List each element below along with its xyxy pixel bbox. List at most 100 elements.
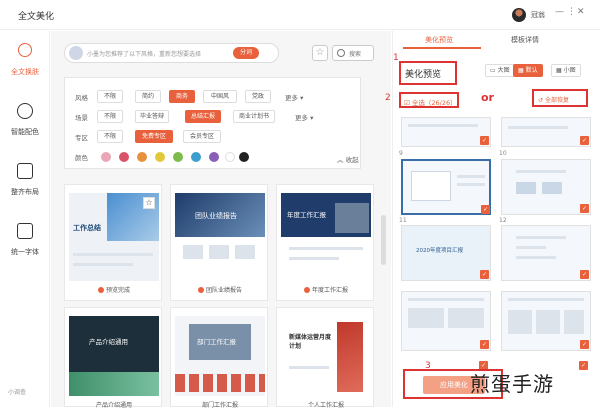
check-icon[interactable]: ✓ — [480, 340, 489, 349]
search-area: 小墨为您推荐了以下风格，重新您想要选择 分词 ☆ 搜索 — [64, 40, 379, 70]
slide-number: 11 — [399, 217, 407, 224]
generate-button[interactable]: 分词 — [233, 47, 259, 59]
color-swatch[interactable] — [225, 152, 235, 162]
favorite-icon[interactable]: ☆ — [143, 197, 155, 209]
thumb-title: 产品介绍通用 — [89, 338, 128, 346]
chip-style-business[interactable]: 商务 — [169, 90, 195, 103]
chip-scene-report[interactable]: 总结汇报 — [185, 110, 221, 123]
preview-panel: 美化预览 模板详情 1 美化预览 ▭ 大图 ▦ 默认 ▦ 小图 2 ☑ 全选（2… — [385, 31, 600, 407]
active-tab-indicator — [403, 47, 481, 49]
select-all-checkbox[interactable]: ☑ 全选（26/26） — [399, 92, 459, 108]
template-icon — [197, 287, 204, 293]
template-caption: 年度工作汇报 — [277, 285, 375, 294]
minimize-icon[interactable]: — — [555, 7, 564, 17]
template-icon — [303, 287, 310, 293]
template-thumbnail: 新媒体运营月度计划 — [281, 316, 371, 396]
search-button[interactable]: 搜索 — [332, 45, 374, 61]
sidebar-item-label: 全文换肤 — [11, 68, 39, 76]
preview-title: 美化预览 — [399, 61, 457, 85]
template-caption: 个人工作汇报 — [307, 402, 344, 409]
slide-thumbnail[interactable]: 2020年度项目汇报 ✓ — [401, 225, 491, 281]
more-dropdown[interactable]: 更多 ▾ — [295, 112, 313, 122]
check-icon[interactable]: ✓ — [481, 205, 490, 214]
chip-style-any[interactable]: 不限 — [97, 90, 123, 103]
more-dropdown[interactable]: 更多 ▾ — [285, 92, 303, 102]
template-thumbnail: 团队业绩报告 — [175, 193, 265, 281]
sidebar-item-layout[interactable]: 整齐布局 — [0, 157, 50, 217]
view-default-button[interactable]: ▦ 默认 — [513, 64, 543, 77]
tab-preview[interactable]: 美化预览 — [425, 35, 453, 45]
template-card[interactable]: 团队业绩报告 团队业绩报告 — [170, 184, 268, 301]
restore-all-button[interactable]: ↺ 全部恢复 — [532, 89, 588, 107]
template-card[interactable]: 部门工作汇报 部门工作汇报 — [170, 307, 268, 409]
slide-thumbnail[interactable]: ✓ — [401, 117, 491, 147]
color-swatch[interactable] — [119, 152, 129, 162]
chip-scene-any[interactable]: 不限 — [97, 110, 123, 123]
sidebar-item-label: 整齐布局 — [11, 188, 39, 196]
slide-title: 2020年度项目汇报 — [416, 248, 463, 254]
color-swatch[interactable] — [155, 152, 165, 162]
thumb-title: 团队业绩报告 — [195, 212, 237, 220]
layout-icon — [17, 163, 33, 179]
template-card[interactable]: 新媒体运营月度计划 个人工作汇报 — [276, 307, 374, 409]
view-large-button[interactable]: ▭ 大图 — [485, 64, 515, 77]
avatar[interactable] — [512, 8, 526, 22]
favorite-icon[interactable]: ☆ — [312, 45, 328, 61]
sidebar-item-font[interactable]: 统一字体 — [0, 217, 50, 277]
template-card[interactable]: 产品介绍通用 产品介绍通用 — [64, 307, 162, 409]
chip-zone-any[interactable]: 不限 — [97, 130, 123, 143]
sidebar-item-label: 智能配色 — [11, 128, 39, 136]
collapse-button[interactable]: ︽ 收起 — [337, 154, 359, 164]
view-small-button[interactable]: ▦ 小图 — [551, 64, 581, 77]
chip-zone-vip[interactable]: 会员专区 — [183, 130, 221, 143]
sidebar-item-palette[interactable]: 智能配色 — [0, 97, 50, 157]
check-icon[interactable]: ✓ — [579, 361, 588, 370]
color-swatch[interactable] — [173, 152, 183, 162]
template-card[interactable]: 年度工作汇报 年度工作汇报 — [276, 184, 374, 301]
slide-thumbnail[interactable]: ✓ — [501, 117, 591, 147]
slide-thumbnail[interactable]: ✓ — [501, 291, 591, 351]
check-icon[interactable]: ✓ — [580, 270, 589, 279]
sidebar-item-skin[interactable]: 全文换肤 — [0, 37, 50, 97]
slide-thumbnail[interactable]: ✓ — [501, 159, 591, 215]
search-label: 搜索 — [349, 51, 362, 58]
scrollbar[interactable] — [381, 215, 386, 265]
annotation-1: 1 — [393, 53, 399, 63]
thumb-title: 工作总结 — [73, 224, 101, 232]
sidebar: 全文换肤 智能配色 整齐布局 统一字体 小调查 — [0, 31, 50, 407]
close-icon[interactable]: ✕ — [577, 7, 585, 17]
color-swatch[interactable] — [101, 152, 111, 162]
survey-link[interactable]: 小调查 — [8, 387, 26, 396]
color-swatch[interactable] — [191, 152, 201, 162]
template-thumbnail: 年度工作汇报 — [281, 193, 371, 281]
chip-style-party[interactable]: 党政 — [245, 90, 271, 103]
slide-number: 9 — [399, 150, 403, 157]
color-swatch[interactable] — [137, 152, 147, 162]
skin-icon — [18, 43, 32, 57]
template-caption: 产品介绍通用 — [95, 402, 132, 409]
template-card[interactable]: 工作总结 ☆ 预览完成 — [64, 184, 162, 301]
check-icon[interactable]: ✓ — [580, 204, 589, 213]
tab-template-detail[interactable]: 模板详情 — [511, 35, 539, 45]
color-swatch[interactable] — [239, 152, 249, 162]
slide-thumbnail[interactable]: ✓ — [401, 291, 491, 351]
more-icon[interactable]: ⋮ — [567, 7, 576, 17]
check-icon[interactable]: ✓ — [580, 340, 589, 349]
slide-thumbnail[interactable]: ✓ — [501, 225, 591, 281]
watermark: 煎蛋手游 — [470, 372, 554, 396]
or-text: or — [481, 91, 494, 104]
chip-zone-free[interactable]: 免费专区 — [135, 130, 173, 143]
tip-box: 小墨为您推荐了以下风格，重新您想要选择 分词 — [64, 43, 279, 63]
check-icon[interactable]: ✓ — [480, 270, 489, 279]
chip-scene-defense[interactable]: 毕业答辩 — [135, 110, 169, 123]
chip-scene-bizplan[interactable]: 商业计划书 — [233, 110, 275, 123]
chip-style-simple[interactable]: 简约 — [135, 90, 161, 103]
color-swatch[interactable] — [209, 152, 219, 162]
sidebar-item-label: 统一字体 — [11, 248, 39, 256]
app-title: 全文美化 — [18, 12, 55, 22]
template-thumbnail: 产品介绍通用 — [69, 316, 159, 396]
check-icon[interactable]: ✓ — [580, 136, 589, 145]
check-icon[interactable]: ✓ — [480, 136, 489, 145]
chip-style-chinese[interactable]: 中国风 — [203, 90, 237, 103]
slide-thumbnail[interactable]: ✓ — [401, 159, 491, 215]
